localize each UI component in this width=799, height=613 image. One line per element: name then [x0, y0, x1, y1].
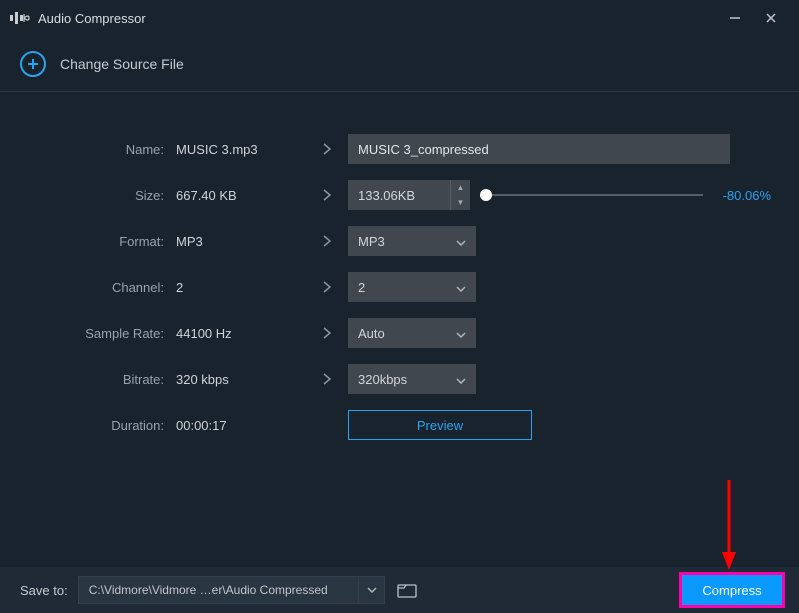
row-channel: Channel: 2 2	[28, 264, 771, 310]
caret-down-icon	[456, 372, 466, 387]
channel-select-value: 2	[358, 280, 365, 295]
row-duration: Duration: 00:00:17 Preview	[28, 402, 771, 448]
name-input[interactable]	[348, 134, 730, 164]
format-select-value: MP3	[358, 234, 385, 249]
duration-value: 00:00:17	[176, 418, 306, 433]
chevron-right-icon	[306, 326, 348, 340]
caret-down-icon	[456, 280, 466, 295]
bitrate-select[interactable]: 320kbps	[348, 364, 476, 394]
bitrate-select-value: 320kbps	[358, 372, 407, 387]
annotation-arrow-icon	[719, 480, 739, 570]
duration-label: Duration:	[28, 418, 176, 433]
size-percent: -80.06%	[713, 188, 771, 203]
size-spinner-value: 133.06KB	[348, 188, 450, 203]
compress-button[interactable]: Compress	[679, 572, 785, 608]
bitrate-value: 320 kbps	[176, 372, 306, 387]
chevron-right-icon	[306, 188, 348, 202]
format-value: MP3	[176, 234, 306, 249]
bitrate-label: Bitrate:	[28, 372, 176, 387]
row-sample-rate: Sample Rate: 44100 Hz Auto	[28, 310, 771, 356]
sample-rate-label: Sample Rate:	[28, 326, 176, 341]
change-source-label: Change Source File	[60, 56, 184, 72]
preview-button-label: Preview	[417, 418, 463, 433]
size-spinner[interactable]: 133.06KB ▲ ▼	[348, 180, 470, 210]
format-label: Format:	[28, 234, 176, 249]
spinner-up-icon[interactable]: ▲	[451, 180, 470, 195]
row-size: Size: 667.40 KB 133.06KB ▲ ▼ -80.06%	[28, 172, 771, 218]
sample-rate-select-value: Auto	[358, 326, 385, 341]
chevron-right-icon	[306, 234, 348, 248]
close-button[interactable]	[753, 4, 789, 32]
chevron-right-icon	[306, 142, 348, 156]
row-name: Name: MUSIC 3.mp3	[28, 126, 771, 172]
caret-down-icon	[456, 234, 466, 249]
titlebar: Audio Compressor	[0, 0, 799, 36]
channel-select[interactable]: 2	[348, 272, 476, 302]
saveto-dropdown[interactable]	[359, 576, 385, 604]
app-logo-icon	[10, 10, 30, 26]
channel-label: Channel:	[28, 280, 176, 295]
size-value: 667.40 KB	[176, 188, 306, 203]
form-panel: Name: MUSIC 3.mp3 Size: 667.40 KB 133.06…	[0, 92, 799, 448]
minimize-button[interactable]	[717, 4, 753, 32]
saveto-path[interactable]: C:\Vidmore\Vidmore …er\Audio Compressed	[78, 576, 360, 604]
spinner-down-icon[interactable]: ▼	[451, 195, 470, 210]
size-slider[interactable]	[480, 180, 703, 210]
change-source-bar[interactable]: Change Source File	[0, 36, 799, 92]
row-bitrate: Bitrate: 320 kbps 320kbps	[28, 356, 771, 402]
preview-button[interactable]: Preview	[348, 410, 532, 440]
size-label: Size:	[28, 188, 176, 203]
sample-rate-select[interactable]: Auto	[348, 318, 476, 348]
saveto-label: Save to:	[20, 583, 68, 598]
footer: Save to: C:\Vidmore\Vidmore …er\Audio Co…	[0, 567, 799, 613]
channel-value: 2	[176, 280, 306, 295]
name-label: Name:	[28, 142, 176, 157]
compress-button-label: Compress	[702, 583, 761, 598]
name-value: MUSIC 3.mp3	[176, 142, 306, 157]
format-select[interactable]: MP3	[348, 226, 476, 256]
open-folder-button[interactable]	[395, 578, 419, 602]
chevron-right-icon	[306, 280, 348, 294]
app-title: Audio Compressor	[38, 11, 146, 26]
chevron-right-icon	[306, 372, 348, 386]
row-format: Format: MP3 MP3	[28, 218, 771, 264]
caret-down-icon	[456, 326, 466, 341]
sample-rate-value: 44100 Hz	[176, 326, 306, 341]
add-circle-icon	[20, 51, 46, 77]
saveto-path-text: C:\Vidmore\Vidmore …er\Audio Compressed	[89, 583, 328, 597]
